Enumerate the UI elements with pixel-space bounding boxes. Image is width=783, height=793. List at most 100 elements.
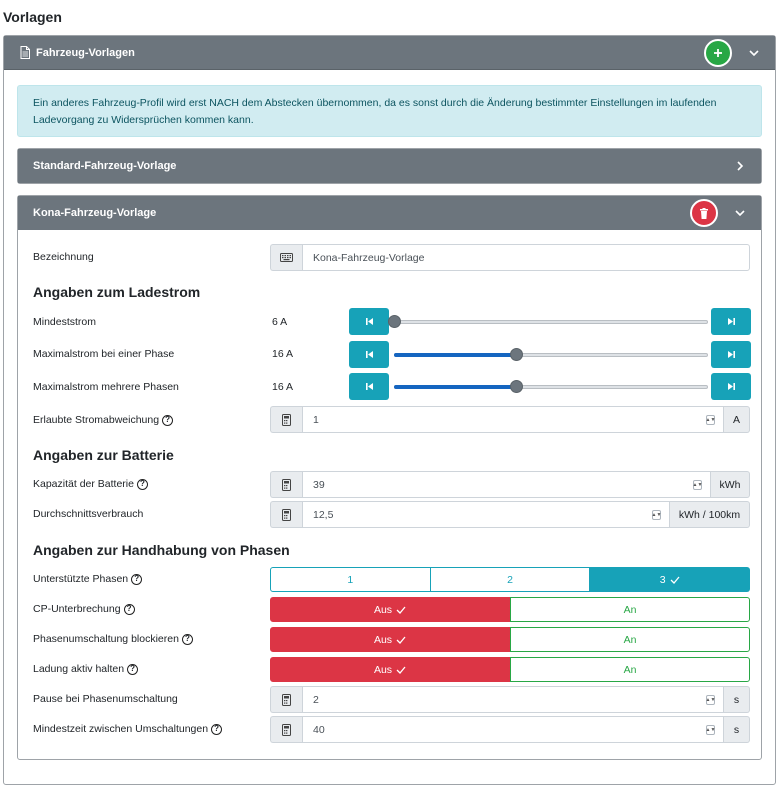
standard-template-card: Standard-Fahrzeug-Vorlage: [17, 148, 762, 184]
section-batterie: Angaben zur Batterie: [33, 447, 174, 463]
kona-template-card: Kona-Fahrzeug-Vorlage Bezeichnung Kona-F…: [17, 195, 762, 760]
max-einphase-label: Maximalstrom bei einer Phase: [33, 348, 175, 360]
blockieren-label-text: Phasenumschaltung blockieren: [33, 633, 179, 645]
phase-1-button[interactable]: 1: [270, 567, 431, 592]
verbrauch-input[interactable]: 12,5 ▲▼: [302, 501, 670, 528]
cp-label: CP-Unterbrechung ?: [33, 603, 135, 615]
max-mehrphasen-increase-button[interactable]: [711, 373, 751, 400]
pause-group: 2 ▲▼ s: [270, 686, 750, 713]
blockieren-aus-button[interactable]: Aus: [270, 627, 510, 652]
bezeichnung-group: Kona-Fahrzeug-Vorlage: [270, 244, 750, 271]
vehicle-templates-card: Fahrzeug-Vorlagen Ein anderes Fahrzeug-P…: [3, 35, 776, 785]
mindestzeit-input[interactable]: 40 ▲▼: [302, 716, 724, 743]
max-einphase-slider-thumb[interactable]: [510, 348, 524, 361]
blockieren-toggle-group: Aus An: [270, 627, 750, 652]
plus-icon: [714, 49, 722, 57]
phasen-label-text: Unterstützte Phasen: [33, 573, 129, 585]
help-icon[interactable]: ?: [211, 723, 223, 735]
max-mehrphasen-slider-thumb[interactable]: [510, 380, 524, 393]
pause-unit: s: [724, 686, 750, 713]
abweichung-group: 1 ▲▼ A: [270, 406, 750, 433]
delete-template-button[interactable]: [690, 199, 718, 227]
cp-toggle-group: Aus An: [270, 597, 750, 622]
blockieren-aus-label: Aus: [373, 633, 393, 646]
step-backward-icon: [365, 318, 373, 325]
phase-2-button[interactable]: 2: [430, 567, 591, 592]
abweichung-input[interactable]: 1 ▲▼: [302, 406, 724, 433]
help-icon[interactable]: ?: [127, 663, 139, 675]
max-mehrphasen-value: 16 A: [272, 381, 294, 393]
phasen-button-group: 1 2 3: [270, 567, 751, 592]
abweichung-unit: A: [724, 406, 750, 433]
trash-icon: [700, 207, 708, 219]
abweichung-label: Erlaubte Stromabweichung ?: [33, 414, 174, 426]
spinner-icon[interactable]: ▲▼: [706, 725, 715, 735]
spinner-icon[interactable]: ▲▼: [652, 510, 661, 520]
verbrauch-group: 12,5 ▲▼ kWh / 100km: [270, 501, 750, 528]
standard-template-header[interactable]: Standard-Fahrzeug-Vorlage: [18, 149, 761, 183]
pause-input[interactable]: 2 ▲▼: [302, 686, 724, 713]
mindeststrom-decrease-button[interactable]: [349, 308, 389, 335]
aktiv-an-button[interactable]: An: [510, 657, 750, 682]
aktiv-label-text: Ladung aktiv halten: [33, 663, 125, 675]
aktiv-aus-button[interactable]: Aus: [270, 657, 510, 682]
help-icon[interactable]: ?: [123, 603, 135, 615]
max-einphase-increase-button[interactable]: [711, 341, 751, 368]
mindeststrom-value: 6 A: [272, 316, 288, 328]
verbrauch-value: 12,5: [313, 508, 334, 521]
mindeststrom-increase-button[interactable]: [711, 308, 751, 335]
bezeichnung-input[interactable]: Kona-Fahrzeug-Vorlage: [302, 244, 750, 271]
phasen-label: Unterstützte Phasen ?: [33, 573, 143, 585]
spinner-icon[interactable]: ▲▼: [693, 480, 702, 490]
add-template-button[interactable]: [704, 39, 732, 67]
help-icon[interactable]: ?: [136, 478, 148, 490]
cp-label-text: CP-Unterbrechung: [33, 603, 121, 615]
calculator-icon: [270, 686, 302, 713]
kapazitaet-value: 39: [313, 478, 325, 491]
chevron-right-icon: [737, 161, 744, 171]
max-mehrphasen-label: Maximalstrom mehrere Phasen: [33, 381, 179, 393]
max-einphase-slider-fill: [394, 353, 517, 357]
kapazitaet-label: Kapazität der Batterie ?: [33, 478, 148, 490]
check-icon: [396, 606, 406, 614]
mindestzeit-label: Mindestzeit zwischen Umschaltungen ?: [33, 723, 223, 735]
abweichung-value: 1: [313, 413, 319, 426]
info-alert: Ein anderes Fahrzeug-Profil wird erst NA…: [17, 85, 762, 137]
blockieren-an-button[interactable]: An: [510, 627, 750, 652]
step-backward-icon: [365, 351, 373, 358]
chevron-down-icon[interactable]: [747, 46, 761, 60]
step-forward-icon: [727, 318, 735, 325]
section-phasen: Angaben zur Handhabung von Phasen: [33, 542, 290, 558]
keyboard-icon: [270, 244, 302, 271]
help-icon[interactable]: ?: [162, 414, 174, 426]
chevron-down-icon[interactable]: [733, 206, 747, 220]
mindestzeit-group: 40 ▲▼ s: [270, 716, 750, 743]
standard-template-title: Standard-Fahrzeug-Vorlage: [33, 160, 177, 172]
phase-3-button[interactable]: 3: [590, 567, 751, 592]
cp-aus-button[interactable]: Aus: [270, 597, 510, 622]
spinner-icon[interactable]: ▲▼: [706, 695, 715, 705]
cp-aus-label: Aus: [373, 603, 393, 616]
pause-value: 2: [313, 693, 319, 706]
page-title: Vorlagen: [3, 9, 62, 25]
mindeststrom-slider-thumb[interactable]: [388, 315, 401, 328]
spinner-icon[interactable]: ▲▼: [706, 415, 715, 425]
max-mehrphasen-decrease-button[interactable]: [349, 373, 389, 400]
mindeststrom-label: Mindeststrom: [33, 316, 97, 328]
kapazitaet-group: 39 ▲▼ kWh: [270, 471, 750, 498]
max-einphase-decrease-button[interactable]: [349, 341, 389, 368]
calculator-icon: [270, 716, 302, 743]
help-icon[interactable]: ?: [131, 573, 143, 585]
mindeststrom-slider-track[interactable]: [394, 320, 708, 324]
kona-template-header[interactable]: Kona-Fahrzeug-Vorlage: [18, 196, 761, 230]
help-icon[interactable]: ?: [181, 633, 193, 645]
kapazitaet-input[interactable]: 39 ▲▼: [302, 471, 711, 498]
calculator-icon: [270, 471, 302, 498]
cp-an-button[interactable]: An: [510, 597, 750, 622]
max-einphase-value: 16 A: [272, 348, 294, 360]
calculator-icon: [270, 406, 302, 433]
step-forward-icon: [727, 383, 735, 390]
kona-template-title: Kona-Fahrzeug-Vorlage: [33, 207, 157, 219]
max-mehrphasen-slider-fill: [394, 385, 517, 389]
vehicle-templates-header[interactable]: Fahrzeug-Vorlagen: [4, 36, 775, 70]
